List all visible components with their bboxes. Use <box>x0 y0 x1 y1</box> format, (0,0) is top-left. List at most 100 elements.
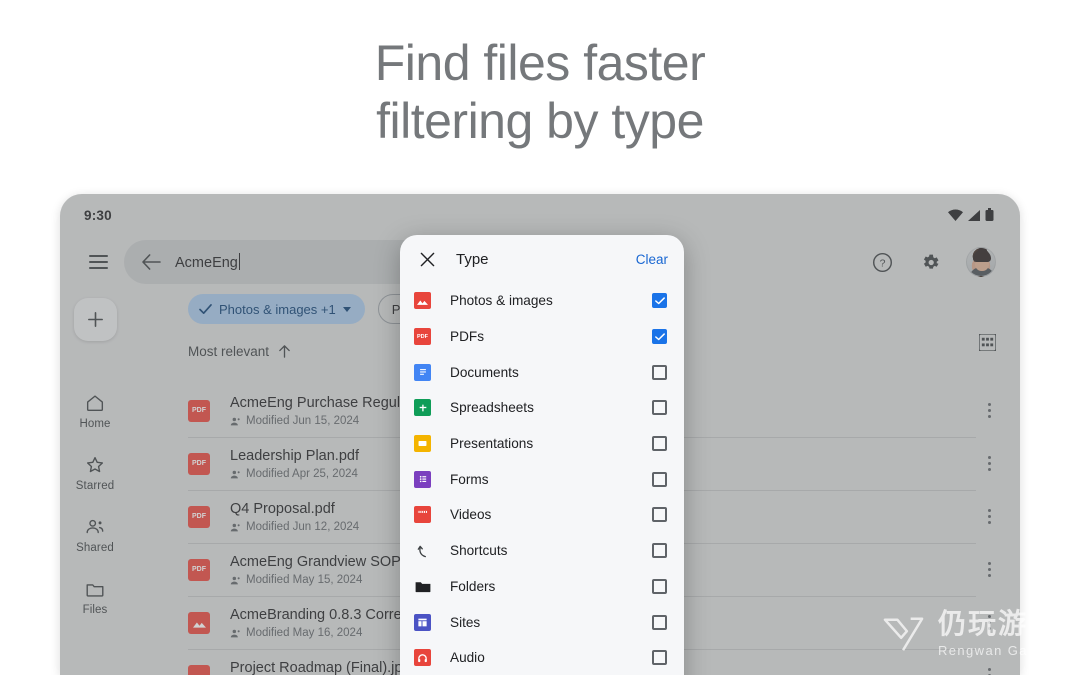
hamburger-menu-icon[interactable] <box>76 255 120 269</box>
photos-icon <box>188 612 210 634</box>
type-option-label: Presentations <box>450 436 533 451</box>
row-overflow-menu-icon[interactable] <box>974 509 1004 524</box>
row-overflow-menu-icon[interactable] <box>974 615 1004 630</box>
checkbox[interactable] <box>652 543 667 558</box>
file-name: Leadership Plan.pdf <box>230 448 359 464</box>
file-modified: Modified Jun 12, 2024 <box>246 521 359 533</box>
filter-chip-label: Photos & images +1 <box>219 302 336 317</box>
top-right-actions: ? <box>870 247 1020 277</box>
type-option-documents[interactable]: Documents <box>400 354 684 390</box>
checkbox[interactable] <box>652 472 667 487</box>
headline-line-2: filtering by type <box>0 92 1080 150</box>
shared-people-icon <box>230 575 241 586</box>
status-bar: 9:30 <box>60 194 1020 236</box>
shared-people-icon <box>230 628 241 639</box>
pdf-icon: PDF <box>188 506 210 528</box>
row-overflow-menu-icon[interactable] <box>974 668 1004 675</box>
document-icon <box>414 364 431 381</box>
user-avatar[interactable] <box>966 247 996 277</box>
screenshot-root: Find files faster filtering by type 9:30 <box>0 0 1080 675</box>
file-modified: Modified May 15, 2024 <box>246 574 362 586</box>
type-option-label: Photos & images <box>450 293 553 308</box>
back-arrow-icon[interactable] <box>142 254 161 270</box>
help-circle-icon[interactable]: ? <box>870 250 894 274</box>
new-item-button[interactable] <box>74 298 117 341</box>
checkbox[interactable] <box>652 329 667 344</box>
sidebar-item-label: Files <box>83 604 108 616</box>
checkbox[interactable] <box>652 365 667 380</box>
row-overflow-menu-icon[interactable] <box>974 456 1004 471</box>
sidebar-item-shared[interactable]: Shared <box>76 516 114 554</box>
star-icon <box>84 454 106 476</box>
checkbox[interactable] <box>652 436 667 451</box>
signal-icon <box>967 209 981 222</box>
type-option-forms[interactable]: Forms <box>400 461 684 497</box>
photos-icon <box>188 665 210 675</box>
shortcut-icon <box>414 542 431 559</box>
battery-icon <box>985 208 994 222</box>
filter-chip-type[interactable]: Photos & images +1 <box>188 294 365 324</box>
svg-text:?: ? <box>879 257 885 269</box>
search-value-text: AcmeEng <box>175 253 240 271</box>
form-icon <box>414 471 431 488</box>
text-cursor <box>239 253 240 270</box>
grid-view-icon[interactable] <box>979 334 996 356</box>
type-option-folders[interactable]: Folders <box>400 569 684 605</box>
type-option-audio[interactable]: Audio <box>400 640 684 675</box>
status-icons <box>948 208 994 222</box>
shared-people-icon <box>230 469 241 480</box>
type-option-label: Forms <box>450 472 489 487</box>
checkbox[interactable] <box>652 650 667 665</box>
type-option-shortcuts[interactable]: Shortcuts <box>400 533 684 569</box>
wifi-icon <box>948 209 963 222</box>
type-filter-dialog: Type Clear Photos & images PDF PDFs <box>400 235 684 675</box>
home-icon <box>84 392 106 414</box>
type-option-label: Documents <box>450 365 519 380</box>
type-option-presentations[interactable]: Presentations <box>400 426 684 462</box>
type-option-label: PDFs <box>450 329 484 344</box>
checkbox[interactable] <box>652 615 667 630</box>
sidebar-item-home[interactable]: Home <box>79 392 110 430</box>
folder-icon <box>414 578 431 595</box>
people-icon <box>84 516 106 538</box>
type-option-label: Spreadsheets <box>450 400 534 415</box>
checkbox[interactable] <box>652 579 667 594</box>
type-option-spreadsheets[interactable]: Spreadsheets <box>400 390 684 426</box>
spreadsheet-icon <box>414 399 431 416</box>
arrow-up-icon <box>277 344 292 359</box>
row-overflow-menu-icon[interactable] <box>974 403 1004 418</box>
type-option-photos[interactable]: Photos & images <box>400 283 684 319</box>
sidebar-item-files[interactable]: Files <box>83 578 108 616</box>
type-option-pdfs[interactable]: PDF PDFs <box>400 319 684 355</box>
row-overflow-menu-icon[interactable] <box>974 562 1004 577</box>
type-option-list: Photos & images PDF PDFs Documents <box>400 283 684 675</box>
pdf-icon: PDF <box>188 453 210 475</box>
sort-label: Most relevant <box>188 344 269 359</box>
video-icon <box>414 506 431 523</box>
status-clock: 9:30 <box>84 208 112 223</box>
audio-icon <box>414 649 431 666</box>
pdf-icon: PDF <box>188 559 210 581</box>
checkbox[interactable] <box>652 400 667 415</box>
sidebar-item-starred[interactable]: Starred <box>76 454 114 492</box>
pdf-icon: PDF <box>188 400 210 422</box>
clear-button[interactable]: Clear <box>636 252 668 267</box>
dialog-title: Type <box>456 251 489 268</box>
close-x-icon[interactable] <box>414 246 440 272</box>
page-title: Find files faster filtering by type <box>0 34 1080 150</box>
device-frame: 9:30 AcmeEng <box>60 194 1020 675</box>
shared-people-icon <box>230 522 241 533</box>
type-option-label: Audio <box>450 650 485 665</box>
type-option-videos[interactable]: Videos <box>400 497 684 533</box>
checkbox[interactable] <box>652 507 667 522</box>
file-name: Project Roadmap (Final).jpg <box>230 660 411 675</box>
type-option-sites[interactable]: Sites <box>400 604 684 640</box>
dialog-header: Type Clear <box>400 235 684 283</box>
sidebar-item-label: Starred <box>76 480 114 492</box>
type-option-label: Folders <box>450 579 495 594</box>
sidebar-item-label: Home <box>79 418 110 430</box>
checkbox[interactable] <box>652 293 667 308</box>
file-modified: Modified Jun 15, 2024 <box>246 415 359 427</box>
sidebar-item-label: Shared <box>76 542 114 554</box>
gear-icon[interactable] <box>918 250 942 274</box>
